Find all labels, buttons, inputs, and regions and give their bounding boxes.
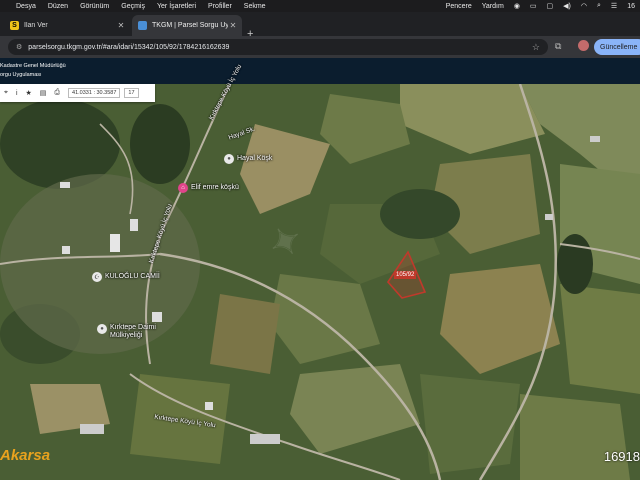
battery-icon[interactable]: ▭ [525, 2, 542, 10]
akarsa-watermark: Akarsa [0, 438, 66, 464]
forest [380, 189, 460, 239]
poi-label: Elif emre köşkü [191, 184, 239, 191]
tab-ilan-ver[interactable]: S İlan Ver ✕ [4, 15, 130, 36]
tab-title: TKGM | Parsel Sorgu Uygulam [152, 22, 228, 29]
tab-title: İlan Ver [24, 22, 48, 29]
app-header: Kadastre Genel Müdürlüğü orgu Uygulaması [0, 58, 640, 84]
address-bar[interactable]: ⚙ parselsorgu.tkgm.gov.tr/#ara/idari/153… [8, 39, 548, 55]
profile-avatar[interactable] [578, 40, 589, 51]
building [110, 234, 120, 252]
building [205, 402, 213, 410]
place-pin-icon: ● [97, 324, 107, 334]
building [62, 246, 70, 254]
menu-view[interactable]: Görünüm [74, 3, 115, 10]
volume-icon[interactable]: ◀) [558, 2, 576, 10]
info-icon[interactable]: i [12, 90, 22, 97]
tab-bar: S İlan Ver ✕ TKGM | Parsel Sorgu Uygulam… [0, 12, 640, 40]
window-icon[interactable]: ▢ [542, 2, 559, 10]
forest [557, 234, 593, 294]
hotel-pin-icon: ⌂ [178, 183, 188, 193]
tkgm-favicon-icon [138, 21, 147, 30]
app-title: orgu Uygulaması [0, 72, 42, 78]
building [545, 214, 553, 220]
poi-label-wrap: Kırktepe Daimi Mülkiyeliği [110, 324, 156, 340]
place-pin-icon: ● [224, 154, 234, 164]
building [80, 424, 104, 434]
location-icon[interactable]: ⌖ [0, 89, 12, 97]
field [520, 394, 630, 480]
print-icon[interactable]: ⎙ [50, 89, 64, 97]
close-tab-icon[interactable]: ✕ [228, 21, 238, 30]
watermark-text: Akarsa [0, 447, 51, 464]
tab-tkgm[interactable]: TKGM | Parsel Sorgu Uygulam ✕ [132, 15, 242, 36]
site-info-icon[interactable]: ⚙ [16, 43, 22, 51]
listing-id: 16918 [603, 449, 640, 464]
satellite-map[interactable] [0, 84, 640, 480]
poi-hayal-kosk[interactable]: ● Hayal Köşk [224, 154, 272, 164]
poi-label: KULOĞLU CAMİİ [105, 273, 160, 280]
building [590, 136, 600, 142]
building [250, 434, 280, 444]
control-center-icon[interactable]: ☰ [606, 2, 622, 10]
menu-tab[interactable]: Sekme [238, 3, 272, 10]
record-icon[interactable]: ◉ [509, 2, 525, 10]
poi-label-line1: Kırktepe Daimi [110, 324, 156, 331]
building [60, 182, 70, 188]
url-text[interactable]: parselsorgu.tkgm.gov.tr/#ara/idari/15342… [28, 44, 229, 51]
poi-label-line2: Mülkiyeliği [110, 332, 143, 339]
field [210, 294, 280, 374]
wifi-icon[interactable]: ◠ [576, 2, 592, 10]
menu-bookmarks[interactable]: Yer İşaretleri [151, 3, 202, 10]
document-icon[interactable]: ▤ [36, 89, 51, 97]
clock[interactable]: 16 [622, 3, 640, 10]
map-toolbar: ⌖ i ★ ▤ ⎙ 41.0331 : 30.3587 17 [0, 84, 155, 102]
parcel-label[interactable]: 105/92 [394, 271, 417, 279]
close-tab-icon[interactable]: ✕ [116, 21, 126, 30]
poi-elif-emre[interactable]: ⌂ Elif emre köşkü [178, 183, 239, 193]
extensions-icon[interactable]: ⧉ [555, 41, 561, 52]
sahibinden-favicon-icon: S [10, 21, 19, 30]
poi-kirktepe-daimi[interactable]: ● Kırktepe Daimi Mülkiyeliği [97, 324, 156, 340]
menu-help[interactable]: Yardım [477, 3, 509, 10]
zoom-level: 17 [124, 88, 139, 98]
field [560, 284, 640, 394]
menu-edit[interactable]: Düzen [42, 3, 74, 10]
bookmark-star-icon[interactable]: ☆ [532, 42, 540, 53]
building [152, 312, 162, 322]
building [130, 219, 138, 231]
coordinate-readout: 41.0331 : 30.3587 [68, 88, 121, 98]
update-button[interactable]: Güncelleme [594, 39, 640, 55]
star-icon[interactable]: ★ [22, 89, 36, 97]
mosque-pin-icon: ☪ [92, 272, 102, 282]
menu-history[interactable]: Geçmiş [115, 3, 151, 10]
poi-kuloglu-camii[interactable]: ☪ KULOĞLU CAMİİ [92, 272, 160, 282]
poi-label: Hayal Köşk [237, 155, 273, 162]
menu-bar: Desya Düzen Görünüm Geçmiş Yer İşaretler… [0, 0, 640, 12]
menu-window[interactable]: Pencere [441, 3, 477, 10]
org-title: Kadastre Genel Müdürlüğü [0, 63, 66, 69]
menu-profiles[interactable]: Profiller [202, 3, 238, 10]
search-icon[interactable]: ⌕ [592, 2, 606, 10]
forest [130, 104, 190, 184]
menu-file[interactable]: Desya [10, 3, 42, 10]
browser-toolbar: ⚙ parselsorgu.tkgm.gov.tr/#ara/idari/153… [0, 36, 640, 58]
